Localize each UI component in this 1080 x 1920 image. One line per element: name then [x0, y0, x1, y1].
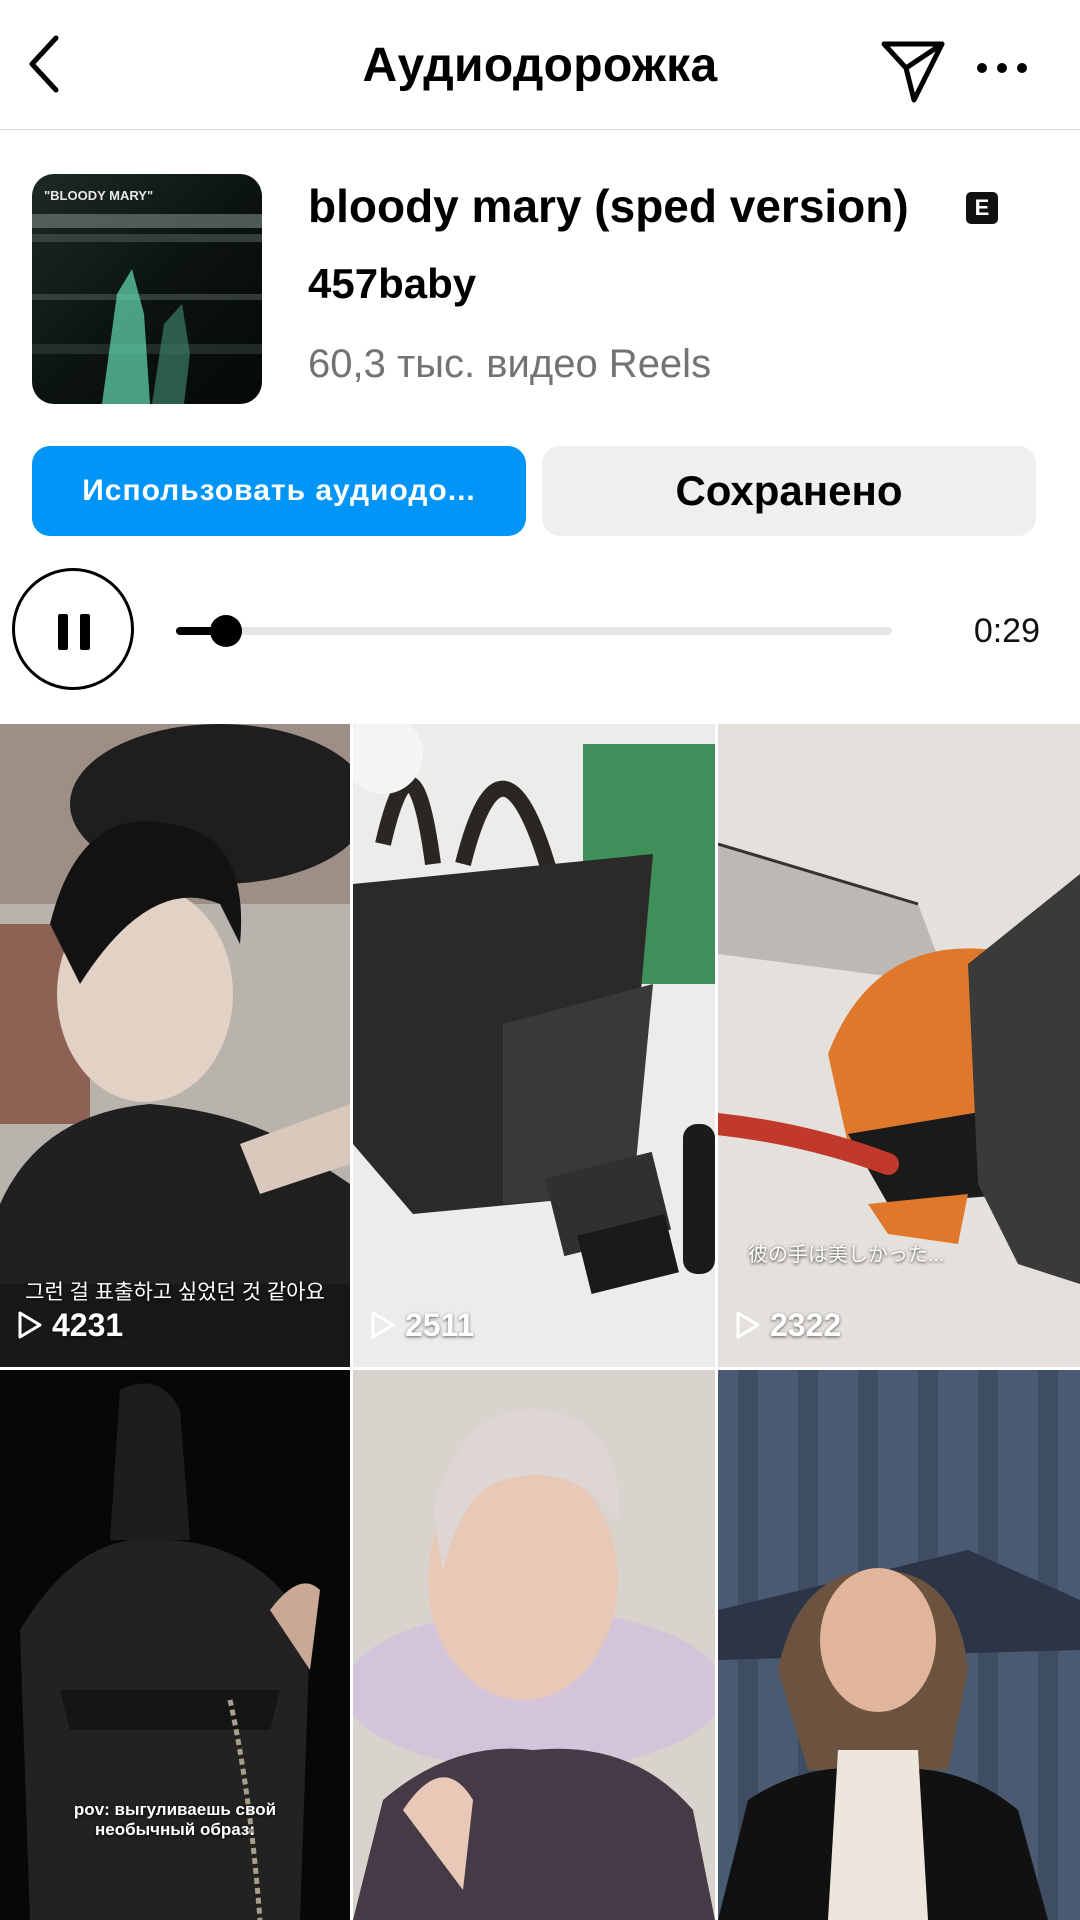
reel-thumbnail: [718, 1370, 1080, 1920]
reel-tile[interactable]: [718, 1370, 1080, 1920]
explicit-badge: E: [966, 192, 998, 224]
pause-button[interactable]: [12, 568, 134, 690]
reel-thumbnail: [0, 724, 350, 1367]
reel-tile[interactable]: 그런 걸 표출하고 싶었던 것 같아요 4231: [0, 724, 350, 1367]
reels-count: 60,3 тыс. видео Reels: [308, 342, 712, 386]
reel-views-count: 4231: [52, 1306, 124, 1343]
album-cover: "BLOODY MARY": [32, 174, 262, 404]
audio-progress-thumb[interactable]: [210, 615, 243, 647]
reel-views: 2511: [367, 1305, 474, 1345]
reel-caption: 彼の手は美しかった...: [748, 1244, 945, 1266]
paper-plane-icon: [881, 41, 945, 103]
reel-caption: 그런 걸 표출하고 싶었던 것 같아요: [25, 1281, 325, 1304]
reel-thumbnail: [353, 1370, 715, 1920]
play-outline-icon: [371, 1311, 395, 1339]
top-bar: Аудиодорожка: [0, 0, 1080, 130]
reel-caption: pov: выгуливаешь свой необычный образ:: [73, 1800, 277, 1839]
chevron-left-icon: [29, 35, 59, 93]
reel-views-count: 2322: [770, 1306, 842, 1343]
share-button[interactable]: [872, 30, 952, 110]
more-horizontal-icon: [977, 63, 1027, 73]
audio-page: Аудиодорожка "BLOODY MARY" bloody mary (…: [0, 0, 1080, 1920]
saved-button[interactable]: Сохранено: [542, 446, 1036, 536]
audio-progress-slider[interactable]: [176, 615, 892, 647]
more-button[interactable]: [962, 30, 1042, 110]
cover-text: "BLOODY MARY": [44, 188, 153, 203]
reel-views-count: 2511: [405, 1306, 475, 1343]
use-audio-button[interactable]: Использовать аудиодо...: [32, 446, 526, 536]
duration-label: 0:29: [973, 612, 1040, 650]
artist-name[interactable]: 457baby: [308, 256, 476, 312]
reel-views: 4231: [14, 1305, 123, 1345]
reel-views: 2322: [732, 1305, 841, 1345]
reel-tile[interactable]: pov: выгуливаешь свой необычный образ:: [0, 1370, 350, 1920]
reel-thumbnail: [353, 724, 715, 1367]
reel-tile[interactable]: 2511: [353, 724, 715, 1367]
reel-thumbnail: [718, 724, 1080, 1367]
play-outline-icon: [18, 1311, 42, 1339]
play-outline-icon: [736, 1311, 760, 1339]
track-title: bloody mary (sped version): [308, 180, 909, 232]
reel-tile[interactable]: [353, 1370, 715, 1920]
reel-tile[interactable]: 彼の手は美しかった... 2322: [718, 724, 1080, 1367]
back-button[interactable]: [18, 24, 98, 104]
